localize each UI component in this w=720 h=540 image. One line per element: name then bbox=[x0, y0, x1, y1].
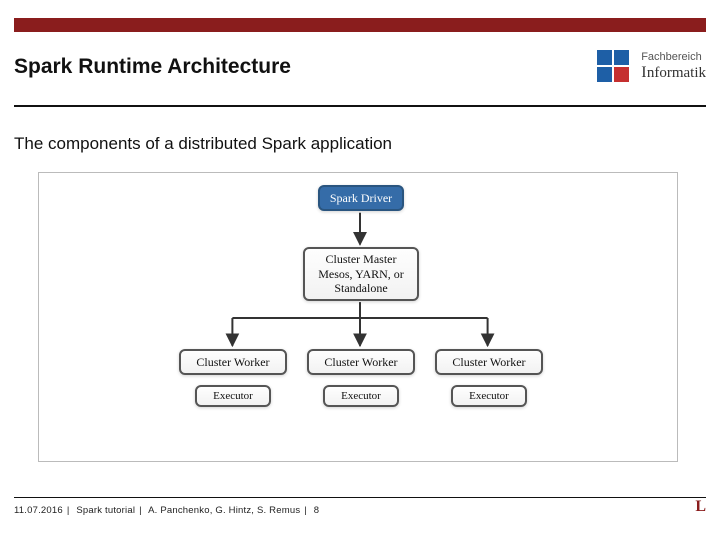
node-cluster-worker-1: Cluster Worker bbox=[179, 349, 287, 375]
footer: 11.07.2016| Spark tutorial| A. Panchenko… bbox=[14, 498, 706, 516]
university-logo: L bbox=[695, 498, 706, 516]
node-spark-driver: Spark Driver bbox=[318, 185, 404, 211]
title-divider bbox=[14, 105, 706, 107]
node-cluster-worker-2: Cluster Worker bbox=[307, 349, 415, 375]
node-executor-3: Executor bbox=[451, 385, 527, 407]
node-executor-1: Executor bbox=[195, 385, 271, 407]
slide: Spark Runtime Architecture Fachbereich I… bbox=[0, 0, 720, 540]
slide-subtitle: The components of a distributed Spark ap… bbox=[14, 134, 392, 154]
top-accent-bar bbox=[14, 18, 706, 32]
master-line3: Standalone bbox=[334, 281, 387, 295]
master-line1: Cluster Master bbox=[326, 252, 397, 266]
architecture-diagram: Spark Driver Cluster Master Mesos, YARN,… bbox=[38, 172, 678, 462]
master-line2: Mesos, YARN, or bbox=[318, 267, 404, 281]
node-executor-2: Executor bbox=[323, 385, 399, 407]
footer-text: 11.07.2016| Spark tutorial| A. Panchenko… bbox=[14, 505, 319, 516]
logo-text: Fachbereich Informatik bbox=[641, 51, 706, 82]
header-row: Spark Runtime Architecture Fachbereich I… bbox=[14, 50, 706, 84]
footer-course: Spark tutorial bbox=[76, 505, 135, 516]
page-title: Spark Runtime Architecture bbox=[14, 55, 291, 79]
department-logo: Fachbereich Informatik bbox=[597, 50, 706, 84]
logo-line2-rest: nformatik bbox=[647, 65, 706, 81]
logo-line1: Fachbereich bbox=[641, 51, 706, 64]
connector-lines bbox=[39, 173, 677, 461]
squares-icon bbox=[597, 50, 631, 84]
node-cluster-worker-3: Cluster Worker bbox=[435, 349, 543, 375]
footer-authors: A. Panchenko, G. Hintz, S. Remus bbox=[148, 505, 300, 516]
footer-page: 8 bbox=[314, 505, 319, 516]
node-cluster-master: Cluster Master Mesos, YARN, or Standalon… bbox=[303, 247, 419, 301]
footer-date: 11.07.2016 bbox=[14, 505, 63, 516]
